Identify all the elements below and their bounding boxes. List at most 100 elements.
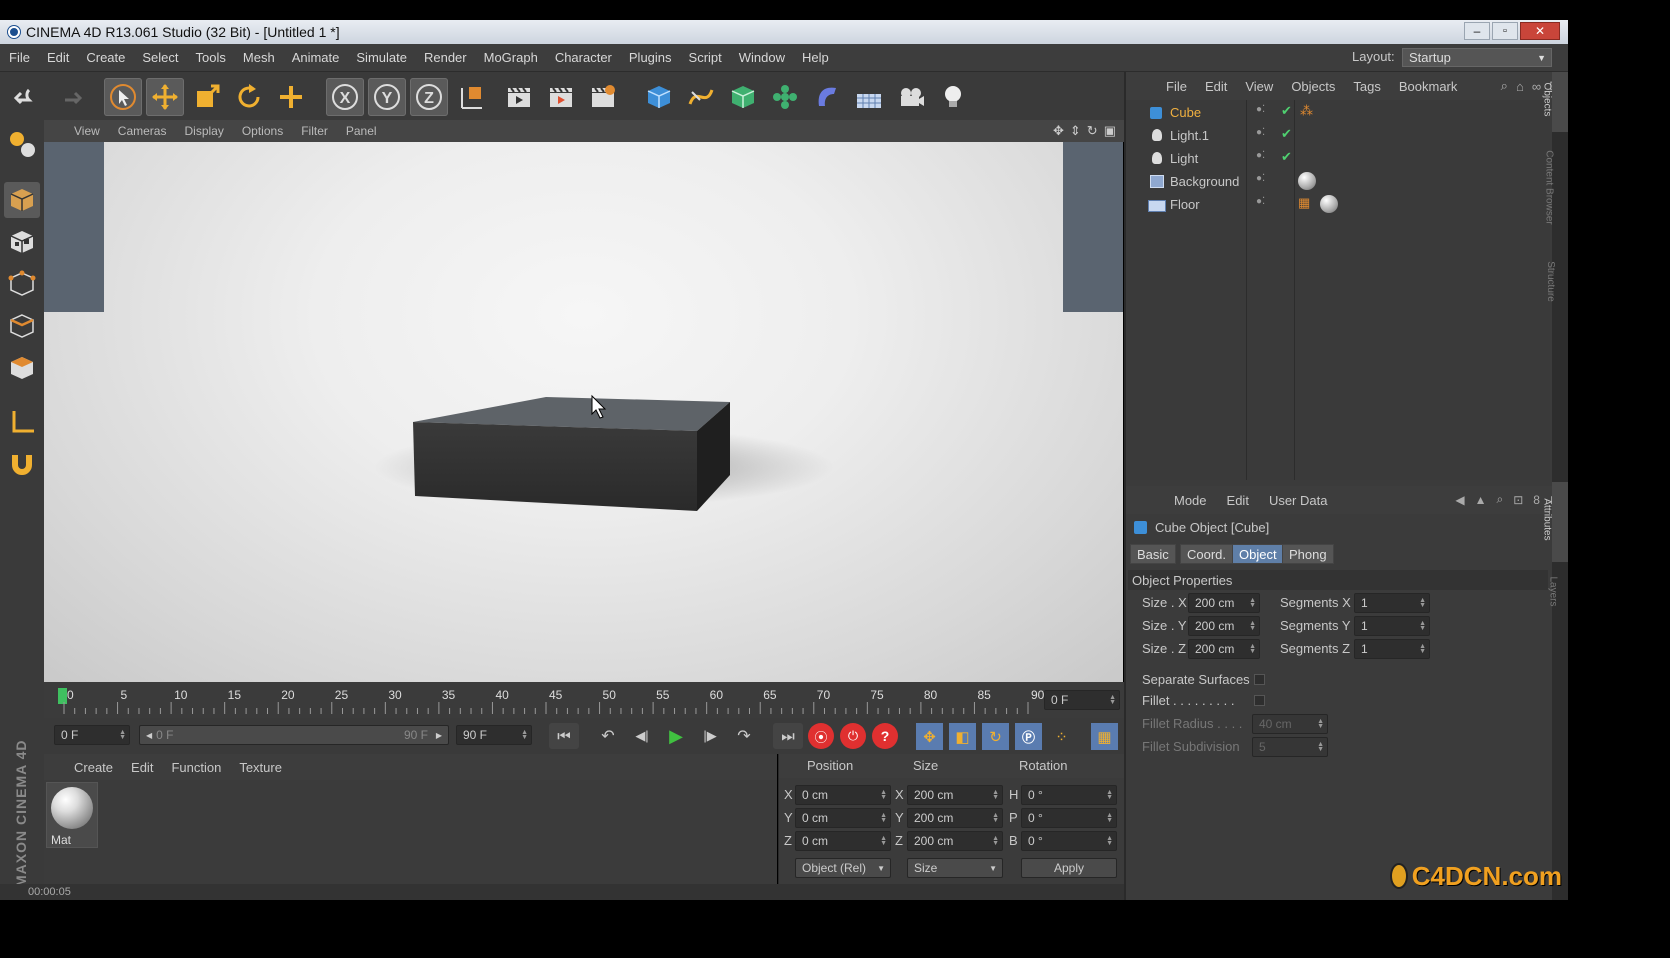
- add-cube-button[interactable]: [640, 78, 678, 116]
- rotation-key-button[interactable]: ↻: [982, 723, 1009, 750]
- orbit-icon[interactable]: ↻: [1087, 123, 1098, 139]
- viewport-menu-panel[interactable]: Panel: [346, 124, 377, 138]
- position-x-field[interactable]: 0 cm ▲ ▼: [795, 785, 891, 805]
- previous-key-button[interactable]: ↶: [593, 723, 623, 749]
- edge-mode-button[interactable]: [4, 308, 40, 344]
- tab-basic[interactable]: Basic: [1130, 544, 1176, 564]
- enabled-check-icon[interactable]: ✔: [1281, 103, 1292, 119]
- tab-coord[interactable]: Coord.: [1180, 544, 1234, 564]
- layout-select[interactable]: Startup ▼: [1402, 48, 1552, 67]
- play-button[interactable]: ▶: [661, 723, 691, 749]
- previous-frame-button[interactable]: ◀|: [627, 723, 657, 749]
- render-picture-viewer-button[interactable]: [542, 78, 580, 116]
- current-frame-field[interactable]: 0 F ▲ ▼: [1044, 690, 1120, 710]
- objects-menu-view[interactable]: View: [1245, 79, 1273, 94]
- fillet-checkbox[interactable]: [1254, 695, 1265, 706]
- material-menu-function[interactable]: Function: [171, 760, 221, 775]
- menu-tools[interactable]: Tools: [196, 50, 226, 65]
- tab-object[interactable]: Object: [1232, 544, 1284, 564]
- menu-plugins[interactable]: Plugins: [629, 50, 672, 65]
- fillet-radius-input[interactable]: 40 cm ▲ ▼: [1252, 714, 1328, 734]
- object-row-light[interactable]: Light ●⁚ ✔: [1126, 148, 1550, 171]
- coordinate-system-button[interactable]: [452, 78, 490, 116]
- size-z-input[interactable]: 200 cm ▲ ▼: [1188, 639, 1260, 659]
- visibility-dots-icon[interactable]: ●⁚: [1256, 196, 1265, 207]
- snap-button[interactable]: [4, 446, 40, 482]
- minimize-button[interactable]: –: [1464, 22, 1490, 40]
- move-tool[interactable]: [146, 78, 184, 116]
- apply-button[interactable]: Apply: [1021, 858, 1117, 878]
- attr-menu-edit[interactable]: Edit: [1227, 493, 1249, 508]
- enabled-check-icon[interactable]: ✔: [1281, 149, 1292, 165]
- live-selection-tool[interactable]: [104, 78, 142, 116]
- size-x-field[interactable]: 200 cm ▲ ▼: [907, 785, 1003, 805]
- viewport-menu-display[interactable]: Display: [184, 124, 223, 138]
- objects-menu-tags[interactable]: Tags: [1353, 79, 1380, 94]
- 3d-viewport[interactable]: [44, 142, 1123, 682]
- point-level-key-button[interactable]: ⁘: [1048, 723, 1075, 750]
- back-arrow-icon[interactable]: ◀: [1455, 493, 1464, 507]
- add-spline-button[interactable]: [682, 78, 720, 116]
- fillet-subdivision-input[interactable]: 5 ▲ ▼: [1252, 737, 1328, 757]
- material-menu-create[interactable]: Create: [74, 760, 113, 775]
- menu-edit[interactable]: Edit: [47, 50, 69, 65]
- side-tab-content-browser[interactable]: Content Browser: [1544, 136, 1568, 246]
- menu-window[interactable]: Window: [739, 50, 785, 65]
- position-key-button[interactable]: ✥: [916, 723, 943, 750]
- pan-icon[interactable]: ✥: [1053, 123, 1064, 139]
- objects-menu-bookmark[interactable]: Bookmark: [1399, 79, 1458, 94]
- timeline-ruler[interactable]: 0 5 10 15 20 25 30 35 40 45 50 55 60 65 70 75 80 85 90 0 F…: [44, 682, 1124, 718]
- add-camera-button[interactable]: [892, 78, 930, 116]
- material-menu-edit[interactable]: Edit: [131, 760, 153, 775]
- model-mode-button[interactable]: [4, 182, 40, 218]
- visibility-dots-icon[interactable]: ●⁚: [1256, 173, 1265, 184]
- menu-character[interactable]: Character: [555, 50, 612, 65]
- size-x-input[interactable]: 200 cm ▲ ▼: [1188, 593, 1260, 613]
- coord-mode-select[interactable]: Object (Rel) ▼: [795, 858, 891, 878]
- phong-tag-icon[interactable]: ⁂: [1300, 103, 1313, 119]
- segments-z-input[interactable]: 1 ▲ ▼: [1354, 639, 1430, 659]
- size-mode-select[interactable]: Size ▼: [907, 858, 1003, 878]
- menu-mograph[interactable]: MoGraph: [484, 50, 538, 65]
- add-array-button[interactable]: [766, 78, 804, 116]
- x-axis-lock[interactable]: X: [326, 78, 364, 116]
- add-deformer-button[interactable]: [808, 78, 846, 116]
- object-row-light-1[interactable]: Light.1 ●⁚ ✔: [1126, 125, 1550, 148]
- render-settings-button[interactable]: [584, 78, 622, 116]
- rotation-p-field[interactable]: 0 ° ▲ ▼: [1021, 808, 1117, 828]
- viewport-menu-view[interactable]: View: [74, 124, 100, 138]
- separate-surfaces-checkbox[interactable]: [1254, 674, 1265, 685]
- segments-y-input[interactable]: 1 ▲ ▼: [1354, 616, 1430, 636]
- record-button[interactable]: ⦿: [808, 723, 834, 749]
- undo-button[interactable]: [8, 78, 46, 116]
- autokey-button[interactable]: ⏻: [840, 723, 866, 749]
- material-tag-icon[interactable]: [1298, 172, 1316, 190]
- visibility-dots-icon[interactable]: ●⁚: [1256, 104, 1265, 115]
- objects-menu-edit[interactable]: Edit: [1205, 79, 1227, 94]
- object-row-floor[interactable]: Floor ●⁚ ▦: [1126, 194, 1550, 217]
- segments-x-input[interactable]: 1 ▲ ▼: [1354, 593, 1430, 613]
- texture-mode-button[interactable]: [4, 224, 40, 260]
- size-z-field[interactable]: 200 cm ▲ ▼: [907, 831, 1003, 851]
- menu-file[interactable]: File: [9, 50, 30, 65]
- start-frame-field[interactable]: 0 F ▲ ▼: [54, 725, 130, 745]
- up-arrow-icon[interactable]: ▲: [1475, 493, 1487, 507]
- scale-tool[interactable]: [188, 78, 226, 116]
- timeline-window-button[interactable]: ▦: [1091, 723, 1118, 750]
- viewport-menu-cameras[interactable]: Cameras: [118, 124, 167, 138]
- add-environment-button[interactable]: [850, 78, 888, 116]
- z-axis-lock[interactable]: Z: [410, 78, 448, 116]
- rotation-b-field[interactable]: 0 ° ▲ ▼: [1021, 831, 1117, 851]
- position-y-field[interactable]: 0 cm ▲ ▼: [795, 808, 891, 828]
- add-tool[interactable]: [272, 78, 310, 116]
- next-key-button[interactable]: ↷: [729, 723, 759, 749]
- scale-key-button[interactable]: ◧: [949, 723, 976, 750]
- visibility-dots-icon[interactable]: ●⁚: [1256, 150, 1265, 161]
- material-menu-texture[interactable]: Texture: [239, 760, 282, 775]
- attr-menu-user-data[interactable]: User Data: [1269, 493, 1328, 508]
- menu-create[interactable]: Create: [86, 50, 125, 65]
- menu-simulate[interactable]: Simulate: [356, 50, 407, 65]
- viewport-menu-filter[interactable]: Filter: [301, 124, 328, 138]
- next-frame-button[interactable]: |▶: [695, 723, 725, 749]
- link-icon[interactable]: ∞: [1532, 79, 1541, 94]
